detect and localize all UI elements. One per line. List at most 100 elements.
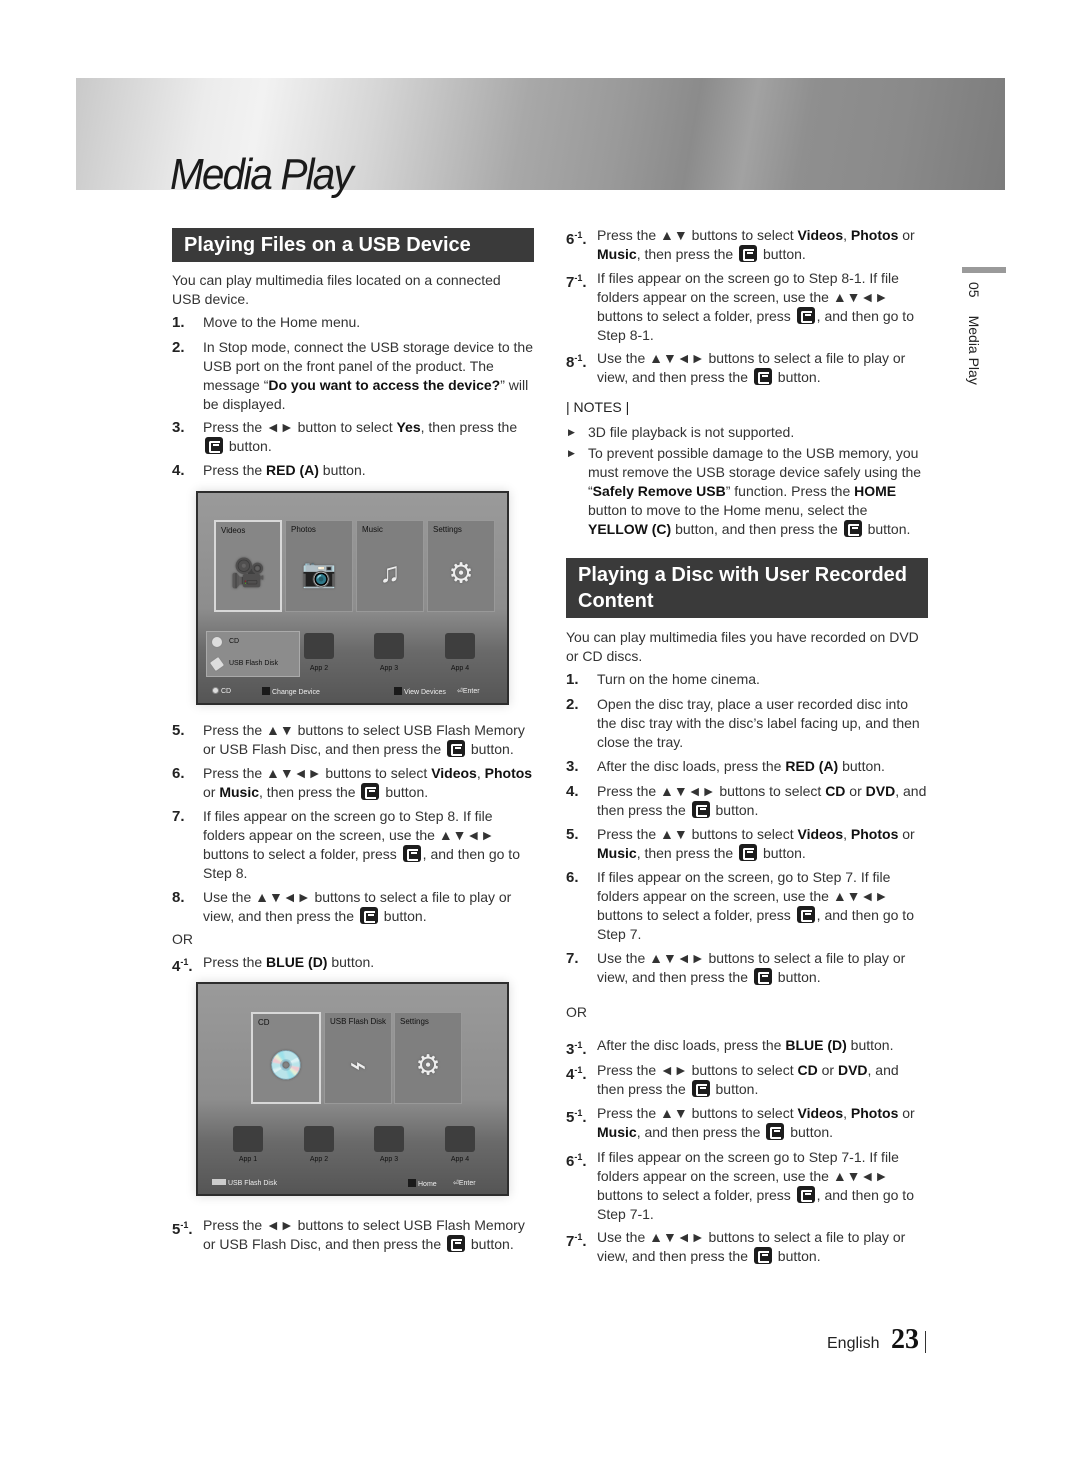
usb-step-4: 4. Press the RED (A) button. xyxy=(172,462,366,479)
enter-button-icon xyxy=(402,845,421,862)
usb-step-5: 5. Press the ▲▼ buttons to select USB Fl… xyxy=(172,722,525,757)
disc-alt-step-3: 3-1. After the disc loads, press the BLU… xyxy=(566,1037,894,1058)
device-cd: CD xyxy=(229,638,240,645)
enter-button-icon xyxy=(361,783,380,800)
tile-music: Music ♫ xyxy=(356,520,424,612)
disc-step-4: 4. Press the ▲▼◄► buttons to select CD o… xyxy=(566,783,927,818)
enter-button-icon xyxy=(205,437,223,454)
hint-enter: ⏎Enter xyxy=(453,1180,476,1187)
side-tab-bar xyxy=(962,267,1006,273)
status-device: USB Flash Disk xyxy=(212,1179,277,1187)
enter-button-icon xyxy=(766,1123,785,1140)
side-tab: 05 Media Play xyxy=(966,282,982,385)
cd-icon xyxy=(212,687,219,694)
app-tile xyxy=(374,633,404,659)
enter-button-icon xyxy=(843,520,862,537)
usb-step-8: 8. Use the ▲▼◄► buttons to select a file… xyxy=(172,889,512,924)
enter-button-icon xyxy=(753,1247,772,1264)
home-menu-screenshot: Videos 🎥 Photos 📷 Music ♫ Settings ⚙ CD … xyxy=(196,491,509,705)
hint-home: Home xyxy=(408,1179,437,1188)
usb-step-6: 6. Press the ▲▼◄► buttons to select Vide… xyxy=(172,765,533,800)
hint-view-devices: View Devices xyxy=(394,687,446,696)
enter-button-icon xyxy=(691,1080,710,1097)
enter-button-icon xyxy=(739,245,758,262)
tile-cd: CD 💿 xyxy=(251,1012,321,1104)
enter-button-icon xyxy=(447,1235,465,1252)
section-heading-usb: Playing Files on a USB Device xyxy=(172,228,534,262)
usb-step-1: 1. Move to the Home menu. xyxy=(172,314,361,331)
footer-divider xyxy=(925,1331,926,1353)
disc-alt-step-5: 5-1. Press the ▲▼ buttons to select Vide… xyxy=(566,1105,915,1140)
usb-step-3: 3. Press the ◄► button to select Yes, th… xyxy=(172,419,518,454)
tile-usb-flash-disk: USB Flash Disk ⌁ xyxy=(324,1012,392,1104)
enter-button-icon xyxy=(796,307,815,324)
status-device: CD xyxy=(212,687,231,695)
app-tile xyxy=(233,1126,263,1152)
cd-icon xyxy=(211,636,223,648)
gear-icon: ⚙ xyxy=(415,1049,441,1081)
usb-alt-step-6: 6-1. Press the ▲▼ buttons to select Vide… xyxy=(566,227,915,262)
bullet-triangle-icon: ▶ xyxy=(568,427,575,437)
enter-button-icon xyxy=(739,844,758,861)
disc-alt-step-4: 4-1. Press the ◄► buttons to select CD o… xyxy=(566,1062,899,1097)
usb-intro: You can play multimedia files located on… xyxy=(172,272,501,307)
hint-change-device: Change Device xyxy=(262,687,320,696)
bullet-triangle-icon: ▶ xyxy=(568,448,575,458)
or-label: OR xyxy=(566,1004,587,1020)
device-usb: USB Flash Disk xyxy=(229,660,279,667)
app-tile xyxy=(304,633,334,659)
enter-button-icon xyxy=(447,740,465,757)
d-key-icon xyxy=(394,687,402,695)
side-tab-label: Media Play xyxy=(966,315,982,385)
enter-button-icon xyxy=(796,1186,815,1203)
note-item: ▶ To prevent possible damage to the USB … xyxy=(568,445,922,537)
tile-photos: Photos 📷 xyxy=(285,520,353,612)
disc-step-6: 6. If files appear on the screen, go to … xyxy=(566,869,914,942)
usb-alt-step-4: 4-1. Press the BLUE (D) button. xyxy=(172,954,375,975)
tile-videos: Videos 🎥 xyxy=(214,520,282,612)
notes-heading: | NOTES | xyxy=(566,399,630,415)
chapter-title: Media Play xyxy=(170,150,354,199)
app-tile xyxy=(445,633,475,659)
usb-alt-step-7: 7-1. If files appear on the screen go to… xyxy=(566,270,914,343)
device-list: CD USB Flash Disk xyxy=(206,631,300,677)
usb-icon xyxy=(212,1179,226,1185)
music-disc-icon: ♫ xyxy=(379,557,401,589)
app-tile xyxy=(445,1126,475,1152)
tile-settings: Settings ⚙ xyxy=(427,520,495,612)
enter-button-icon xyxy=(796,906,815,923)
usb-step-7: 7. If files appear on the screen go to S… xyxy=(172,808,520,881)
gear-icon: ⚙ xyxy=(448,557,474,589)
usb-alt-step-8: 8-1. Use the ▲▼◄► buttons to select a fi… xyxy=(566,350,906,385)
or-label: OR xyxy=(172,931,193,947)
disc-alt-step-6: 6-1. If files appear on the screen go to… xyxy=(566,1149,914,1222)
disc-step-7: 7. Use the ▲▼◄► buttons to select a file… xyxy=(566,950,906,985)
enter-button-icon xyxy=(359,907,378,924)
app-tile xyxy=(374,1126,404,1152)
d-key-icon xyxy=(408,1179,416,1187)
video-camera-icon: 🎥 xyxy=(230,557,266,589)
disc-icon: 💿 xyxy=(268,1049,304,1081)
disc-alt-step-7: 7-1. Use the ▲▼◄► buttons to select a fi… xyxy=(566,1229,906,1264)
enter-button-icon xyxy=(753,368,772,385)
disc-step-3: 3. After the disc loads, press the RED (… xyxy=(566,758,885,775)
usb-step-2: 2. In Stop mode, connect the USB storage… xyxy=(172,339,533,412)
note-item: ▶ 3D file playback is not supported. xyxy=(568,424,795,440)
disc-step-2: 2. Open the disc tray, place a user reco… xyxy=(566,696,920,750)
page-number: 23 xyxy=(891,1324,919,1355)
disc-step-5: 5. Press the ▲▼ buttons to select Videos… xyxy=(566,826,915,861)
enter-button-icon xyxy=(691,801,710,818)
hint-enter: ⏎Enter xyxy=(457,688,480,695)
tile-settings: Settings ⚙ xyxy=(394,1012,462,1104)
disc-intro: You can play multimedia files you have r… xyxy=(566,629,919,664)
usb-icon xyxy=(208,655,226,673)
usb-alt-step-5: 5-1. Press the ◄► buttons to select USB … xyxy=(172,1217,525,1252)
footer-language: English xyxy=(827,1335,880,1352)
enter-button-icon xyxy=(753,968,772,985)
app-tile xyxy=(304,1126,334,1152)
disc-step-1: 1. Turn on the home cinema. xyxy=(566,671,760,688)
usb-stick-icon: ⌁ xyxy=(349,1049,367,1081)
side-tab-chapter: 05 xyxy=(966,282,982,298)
camera-icon: 📷 xyxy=(301,557,337,589)
section-heading-disc: Playing a Disc with User Recorded Conten… xyxy=(566,558,928,618)
